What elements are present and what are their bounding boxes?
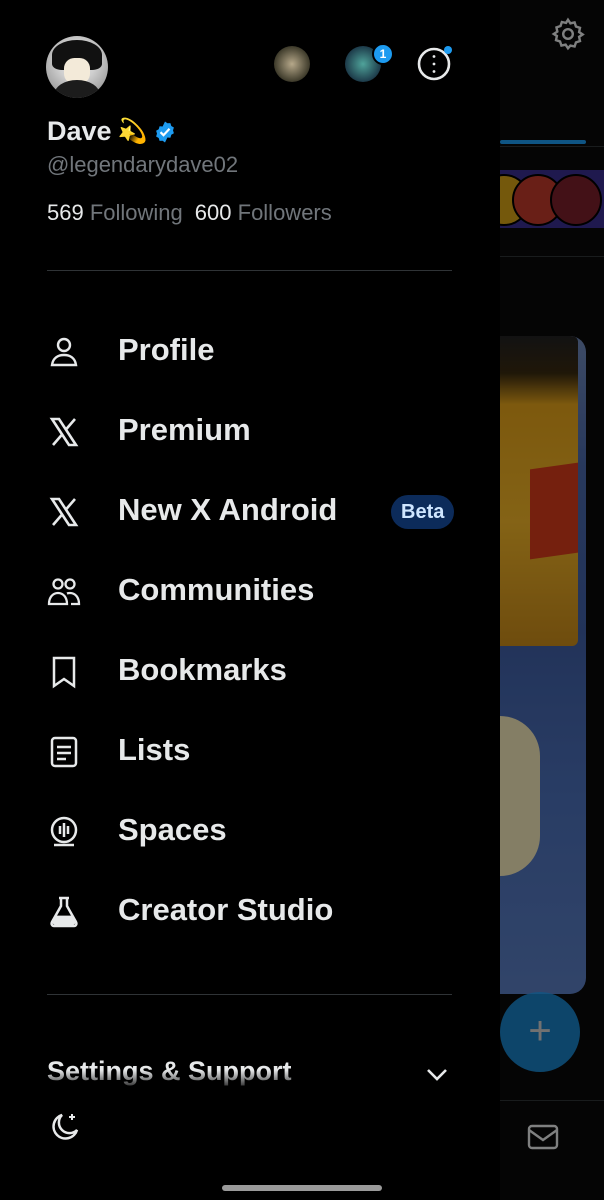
following-link[interactable]: 569 Following [47,200,183,226]
menu-item-creator-studio[interactable]: Creator Studio [0,872,500,952]
name-emoji: 💫 [117,118,148,145]
theme-toggle-moon-icon[interactable] [48,1110,82,1144]
menu-label: Creator Studio [118,892,334,927]
menu-item-premium[interactable]: Premium [0,392,500,472]
unread-dot [444,46,452,54]
chevron-down-icon[interactable] [424,1064,450,1084]
display-name: Dave [47,116,112,146]
spaces-icon [46,814,82,850]
x-logo-icon [46,414,82,450]
menu-label: Communities [118,572,315,607]
communities-icon [46,574,82,610]
followers-link[interactable]: 600 Followers [195,200,332,226]
followers-label: Followers [237,200,332,225]
menu-label: Premium [118,412,251,447]
menu-label: Spaces [118,812,227,847]
bookmark-icon [46,654,82,690]
switch-account-avatar[interactable] [274,46,310,82]
list-icon [46,734,82,770]
menu-item-bookmarks[interactable]: Bookmarks [0,632,500,712]
person-icon [46,334,82,370]
divider [47,994,452,995]
avatar[interactable] [46,36,108,98]
menu-label: Profile [118,332,215,367]
menu-label: Bookmarks [118,652,287,687]
beta-badge: Beta [391,495,455,529]
menu-item-lists[interactable]: Lists [0,712,500,792]
menu-item-spaces[interactable]: Spaces [0,792,500,872]
profile-name-row[interactable]: Dave 💫 [47,116,177,147]
divider [47,270,452,271]
user-handle: @legendarydave02 [47,152,239,177]
menu-item-profile[interactable]: Profile [0,312,500,392]
x-logo-icon [46,494,82,530]
navigation-drawer: 1 Dave 💫 @legendarydave02 569 Following … [0,0,500,1200]
menu-item-communities[interactable]: Communities [0,552,500,632]
followers-count: 600 [194,200,232,225]
following-label: Following [89,200,183,225]
menu-label: New X Android [118,492,338,527]
flask-icon [46,894,82,930]
following-count: 569 [47,200,84,225]
menu-item-new-x-android[interactable]: New X Android Beta [0,472,500,552]
verified-badge-icon [153,120,177,144]
menu-label: Lists [118,732,191,767]
follow-stats: 569 Following 600 Followers [47,200,332,226]
gesture-home-bar[interactable] [222,1185,382,1191]
notification-badge: 1 [372,43,394,65]
